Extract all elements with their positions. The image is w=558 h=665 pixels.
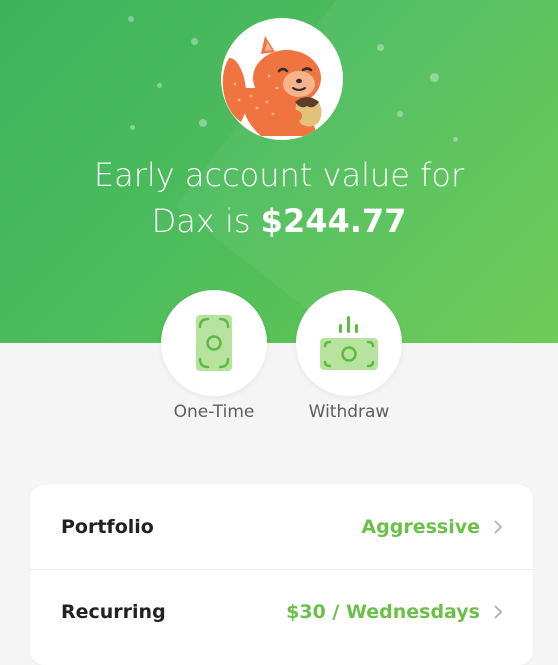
decorative-dot (430, 73, 439, 82)
one-time-action[interactable]: One-Time (161, 290, 267, 422)
withdraw-action[interactable]: Withdraw (296, 290, 402, 422)
withdraw-money-icon (320, 316, 378, 370)
recurring-value: $30 / Wednesdays (286, 601, 480, 623)
headline-line-1: Early account value for (93, 156, 465, 194)
squirrel-icon (222, 36, 322, 136)
portfolio-value: Aggressive (361, 516, 480, 538)
chevron-right-icon (494, 520, 502, 534)
decorative-dot (191, 38, 198, 45)
decorative-dot (397, 111, 403, 117)
decorative-dot (128, 16, 134, 22)
recurring-title: Recurring (61, 601, 166, 623)
decorative-dot (377, 44, 384, 51)
money-bill-icon (196, 315, 232, 371)
portfolio-row[interactable]: Portfolio Aggressive (30, 485, 533, 569)
decorative-dot (199, 119, 207, 127)
headline-line-2: Dax is $244.77 (0, 198, 558, 244)
chevron-right-icon (494, 605, 502, 619)
withdraw-label: Withdraw (308, 402, 390, 422)
account-value-headline: Early account value for Dax is $244.77 (0, 152, 558, 244)
recurring-row[interactable]: Recurring $30 / Wednesdays (30, 570, 533, 654)
settings-card: Portfolio Aggressive Recurring $30 / Wed… (30, 485, 533, 665)
decorative-dot (130, 125, 135, 130)
hero-header: Early account value for Dax is $244.77 (0, 0, 558, 343)
one-time-button[interactable] (161, 290, 267, 396)
portfolio-title: Portfolio (61, 516, 154, 538)
headline-prefix: Dax is (151, 202, 251, 240)
one-time-label: One-Time (173, 402, 255, 422)
avatar (221, 18, 343, 140)
decorative-dot (453, 137, 458, 142)
decorative-dot (157, 83, 162, 88)
withdraw-button[interactable] (296, 290, 402, 396)
account-value: $244.77 (260, 202, 407, 240)
